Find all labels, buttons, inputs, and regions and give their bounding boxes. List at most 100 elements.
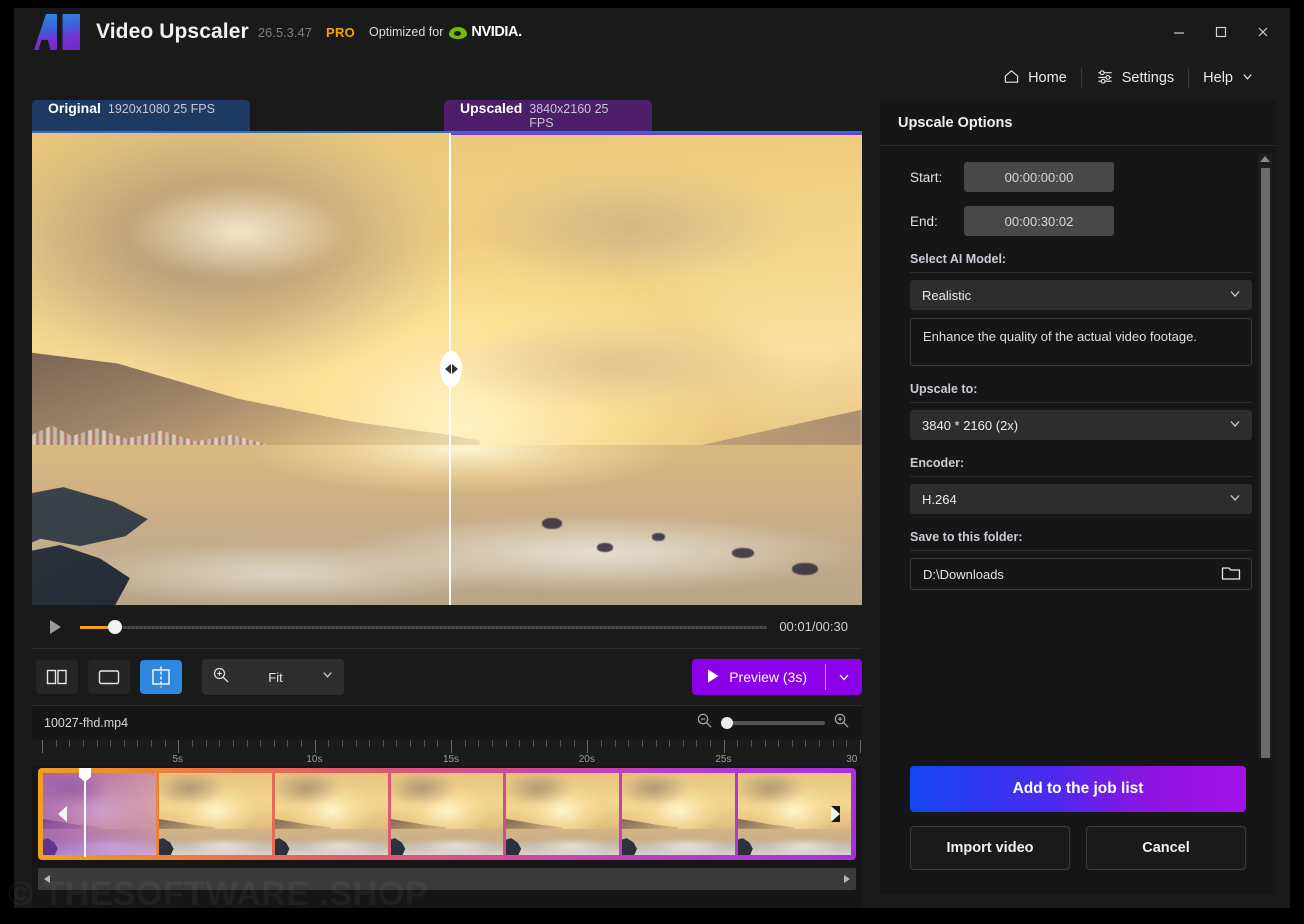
output-folder-input[interactable]: D:\Downloads [910, 558, 1252, 590]
home-icon [1003, 68, 1020, 89]
start-time-input[interactable]: 00:00:00:00 [964, 162, 1114, 192]
ruler-tick [560, 740, 562, 747]
tab-original[interactable]: Original 1920x1080 25 FPS [32, 100, 250, 131]
zoom-level-value: Fit [268, 669, 283, 685]
folder-section-label: Save to this folder: [910, 530, 1252, 551]
filmstrip-frame[interactable] [390, 773, 504, 855]
zoom-level-select[interactable]: Fit [202, 659, 344, 695]
filmstrip-frame[interactable] [158, 773, 272, 855]
filmstrip-frame[interactable] [274, 773, 388, 855]
encoder-section-label: Encoder: [910, 456, 1252, 477]
zoom-in-icon[interactable] [833, 712, 850, 734]
scroll-up-icon[interactable] [1260, 156, 1270, 162]
split-compare-icon[interactable] [140, 660, 182, 694]
filmstrip-frame[interactable] [622, 773, 736, 855]
timeline-playhead[interactable] [84, 768, 86, 857]
split-handle-icon[interactable] [440, 351, 462, 387]
ruler-tick [832, 740, 834, 747]
timeline-header: 10027-fhd.mp4 [32, 706, 862, 740]
ruler-tick [55, 740, 57, 747]
scrub-handle[interactable] [108, 619, 122, 634]
zoom-out-icon[interactable] [696, 712, 713, 734]
preview-cloud-4 [397, 302, 829, 426]
frame-foam [274, 835, 388, 855]
encoder-select[interactable]: H.264 [910, 484, 1252, 514]
filmstrip-frames [43, 773, 851, 855]
ruler-label: 5s [172, 754, 184, 765]
timeline-zoom-slider[interactable] [721, 717, 825, 729]
nav-item-home[interactable]: Home [989, 63, 1081, 93]
scroll-right-icon[interactable] [844, 875, 850, 883]
upscale-resolution-select[interactable]: 3840 * 2160 (2x) [910, 410, 1252, 440]
ruler-tick [110, 740, 112, 747]
minimize-icon[interactable] [1158, 12, 1200, 52]
ruler-tick [137, 740, 139, 747]
preview-dropdown-button[interactable] [826, 659, 862, 695]
timeline-filename: 10027-fhd.mp4 [44, 716, 129, 730]
timecode-display: 00:01/00:30 [779, 619, 848, 634]
frame-cloud [506, 773, 581, 808]
chevron-down-icon [1228, 491, 1242, 508]
app-title: Video Upscaler [96, 20, 249, 43]
single-view-icon[interactable] [88, 660, 130, 694]
end-time-input[interactable]: 00:00:30:02 [964, 206, 1114, 236]
ai-model-value: Realistic [922, 287, 972, 303]
timeline-hscrollbar[interactable] [38, 868, 856, 890]
ruler-tick [301, 740, 303, 747]
nav-label-home: Home [1028, 70, 1067, 86]
ruler-tick [96, 740, 98, 747]
top-nav: Home Settings Help [14, 56, 1290, 100]
ruler-tick [505, 740, 507, 747]
ruler-tick [164, 740, 166, 747]
import-video-button[interactable]: Import video [910, 826, 1070, 870]
start-label: Start: [910, 169, 943, 185]
strip-prev-arrow-icon[interactable] [40, 806, 67, 822]
timeline-zoom-handle[interactable] [721, 717, 733, 729]
timeline-ruler[interactable]: 5s 10s 15s 20s 25s 30 [32, 740, 862, 766]
preview-rock-dot-5 [792, 563, 818, 575]
maximize-icon[interactable] [1200, 12, 1242, 52]
ruler-tick [519, 740, 521, 747]
ruler-tick [723, 740, 725, 753]
frame-cloud [274, 773, 350, 808]
preview-button[interactable]: Preview (3s) [692, 659, 825, 695]
tab-upscaled[interactable]: Upscaled 3840x2160 25 FPS [444, 100, 652, 131]
side-by-side-icon[interactable] [36, 660, 78, 694]
filmstrip-frame[interactable] [506, 773, 620, 855]
main-window: Video Upscaler 26.5.3.47 PRO Optimized f… [14, 8, 1290, 908]
filmstrip[interactable] [38, 768, 856, 860]
ruler-tick [491, 740, 493, 747]
playback-transport: 00:01/00:30 [32, 605, 862, 649]
start-time-row: Start: 00:00:00:00 [910, 162, 1252, 192]
scrub-slider[interactable] [80, 619, 768, 634]
folder-icon[interactable] [1221, 564, 1241, 584]
timeline-panel: 10027-fhd.mp4 5s 10s 15s 20s 25s 30 [32, 705, 862, 908]
timeline-zoom-controls [696, 712, 850, 734]
ruler-tick [396, 740, 398, 747]
play-icon[interactable] [42, 614, 68, 640]
nav-item-settings[interactable]: Settings [1082, 63, 1188, 93]
nav-item-help[interactable]: Help [1189, 63, 1268, 93]
strip-next-arrow-icon[interactable] [831, 806, 840, 822]
scroll-left-icon[interactable] [44, 875, 50, 883]
video-preview[interactable] [32, 131, 862, 605]
split-arrow-left [444, 364, 451, 374]
nvidia-eye-icon [449, 27, 468, 39]
ruler-label: 30 [846, 754, 858, 765]
ruler-tick [82, 740, 84, 747]
ruler-tick [69, 740, 71, 747]
ai-model-select[interactable]: Realistic [910, 280, 1252, 310]
preview-rock-dot-2 [597, 543, 613, 552]
pro-badge: PRO [325, 24, 356, 40]
ruler-tick [287, 740, 289, 747]
scroll-thumb[interactable] [1260, 168, 1270, 758]
options-vscrollbar[interactable] [1258, 154, 1272, 758]
tab-original-meta: 1920x1080 25 FPS [107, 102, 215, 116]
upscale-options-panel: Upscale Options Start: 00:00:00:00 End: … [880, 100, 1276, 894]
optimized-for-label: Optimized for [369, 25, 444, 39]
ruler-tick [451, 740, 452, 753]
upscaled-top-border [449, 133, 862, 135]
add-to-job-list-button[interactable]: Add to the job list [910, 766, 1246, 812]
close-icon[interactable] [1242, 12, 1284, 52]
cancel-button[interactable]: Cancel [1086, 826, 1246, 870]
